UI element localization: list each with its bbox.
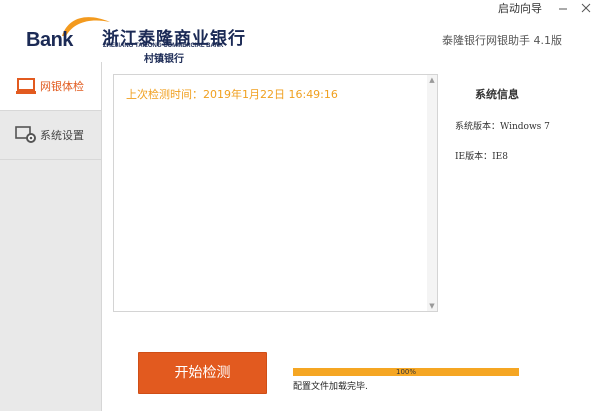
app-header: Bank 浙江泰隆商业银行 ZHEJIANG TAILONG COMMERCIA…	[0, 0, 600, 65]
system-info-title: 系统信息	[475, 88, 519, 101]
close-button[interactable]	[576, 0, 596, 16]
settings-gear-icon	[15, 126, 36, 143]
logo-bank-name-en: ZHEJIANG TAILONG COMMERCIAL BANK	[103, 43, 224, 49]
log-scrollbar[interactable]: ▲ ▼	[427, 75, 437, 311]
startup-guide-button[interactable]: 启动向导	[488, 0, 552, 18]
os-version: 系统版本：Windows 7	[455, 122, 550, 132]
ie-version: IE版本：IE8	[455, 152, 508, 162]
progress-percent: 100%	[395, 368, 416, 376]
progress-bar: 100%	[293, 368, 519, 376]
minimize-button[interactable]	[553, 0, 573, 16]
sidebar-item-health-check[interactable]: 网银体检	[0, 62, 101, 111]
sidebar: 网银体检 系统设置	[0, 62, 102, 411]
start-check-button[interactable]: 开始检测	[138, 352, 267, 394]
minimize-icon	[559, 8, 567, 10]
status-message: 配置文件加载完毕.	[293, 382, 368, 392]
check-log-panel[interactable]: 上次检测时间：2019年1月22日 16:49:16 ▲ ▼	[113, 74, 438, 312]
sidebar-item-settings[interactable]: 系统设置	[0, 111, 101, 160]
last-check-time: 上次检测时间：2019年1月22日 16:49:16	[126, 88, 338, 101]
close-icon	[581, 3, 591, 13]
system-info-panel: 系统信息 系统版本：Windows 7 IE版本：IE8	[445, 74, 595, 310]
bank-logo: Bank 浙江泰隆商业银行 ZHEJIANG TAILONG COMMERCIA…	[26, 12, 246, 65]
sidebar-item-label: 网银体检	[40, 80, 84, 93]
sidebar-item-label: 系统设置	[40, 129, 84, 142]
logo-bank-word: Bank	[26, 29, 73, 51]
scroll-up-arrow-icon[interactable]: ▲	[428, 76, 436, 84]
laptop-icon	[16, 78, 36, 94]
logo-sub-name: 村镇银行	[144, 54, 184, 65]
scroll-down-arrow-icon[interactable]: ▼	[428, 302, 436, 310]
app-version-label: 泰隆银行网银助手 4.1版	[442, 34, 562, 47]
